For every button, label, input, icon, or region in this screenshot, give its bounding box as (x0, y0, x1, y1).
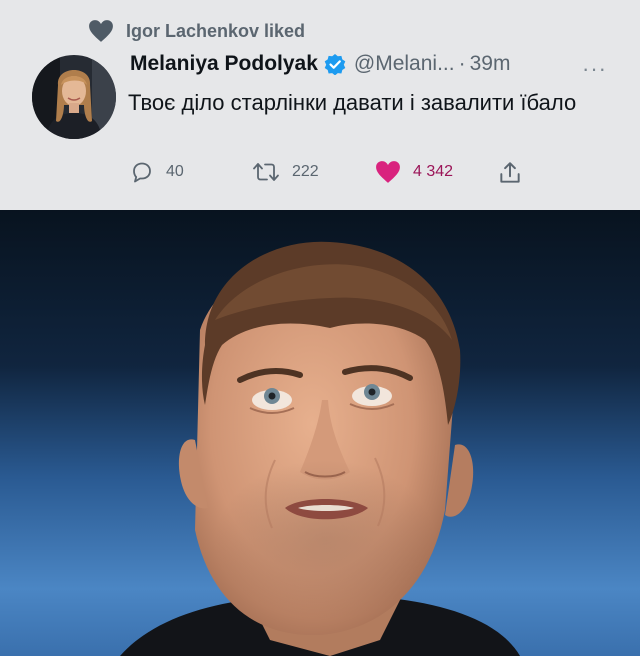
verified-badge-icon (324, 54, 346, 75)
tweet-card[interactable]: Igor Lachenkov liked Melaniya Podolyak @… (0, 0, 640, 210)
reply-button[interactable]: 40 (130, 160, 184, 184)
retweet-button[interactable]: 222 (252, 160, 319, 184)
avatar[interactable] (32, 55, 116, 139)
tweet-actions: 40 222 4 342 (0, 160, 640, 190)
liked-by-label: Igor Lachenkov liked (126, 20, 306, 41)
heart-icon (89, 20, 113, 42)
reply-count: 40 (166, 163, 184, 180)
tweet-header: Melaniya Podolyak @Melani... · 39m (130, 52, 510, 76)
tweet-text: Твоє діло старлінки давати і завалити їб… (128, 90, 577, 115)
separator-dot: · (458, 52, 466, 75)
author-handle[interactable]: @Melani... (354, 52, 455, 76)
like-button[interactable]: 4 342 (375, 160, 453, 184)
tweet-timestamp[interactable]: 39m (470, 52, 511, 76)
author-name[interactable]: Melaniya Podolyak (130, 52, 318, 76)
share-icon (500, 162, 520, 183)
reply-icon (133, 162, 151, 183)
more-icon[interactable]: ··· (582, 56, 607, 82)
retweet-icon (253, 163, 279, 181)
like-icon (376, 161, 400, 183)
like-count: 4 342 (413, 163, 454, 180)
social-context: Igor Lachenkov liked (88, 18, 305, 44)
retweet-count: 222 (292, 163, 319, 180)
share-button[interactable] (497, 160, 535, 186)
attached-photo[interactable] (0, 210, 640, 656)
